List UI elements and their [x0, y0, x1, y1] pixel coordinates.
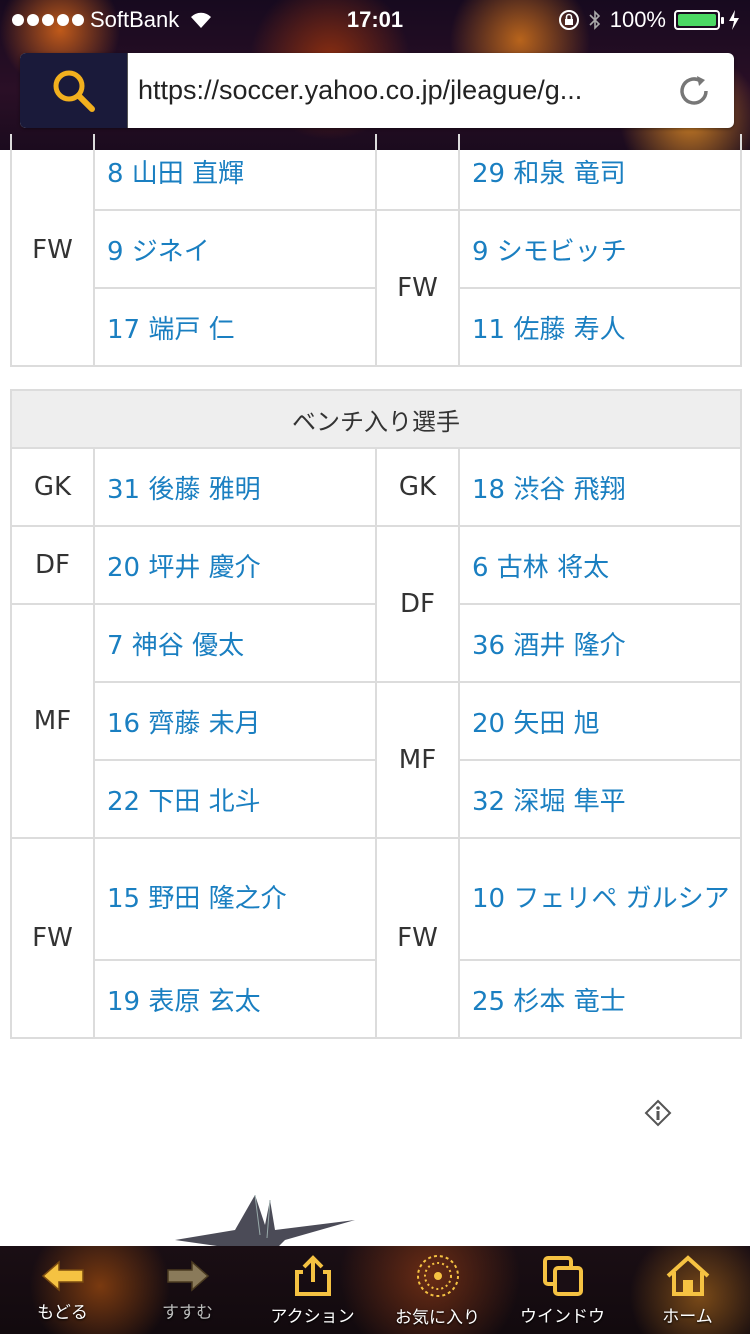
bench-title: ベンチ入り選手 [10, 389, 742, 449]
player-link[interactable]: 20 坪井 慶介 [93, 525, 377, 605]
position-cell [375, 134, 460, 211]
player-link[interactable]: 16 齊藤 未月 [93, 681, 377, 761]
player-link[interactable]: 15 野田 隆之介 [93, 837, 377, 961]
position-cell: FW [10, 134, 95, 367]
home-label: ホーム [662, 1306, 713, 1327]
rotation-lock-icon [558, 10, 579, 30]
bottom-toolbar: もどる すすむ アクション お気に入り ウインドウ ホーム [0, 1246, 750, 1334]
position-cell: DF [375, 525, 460, 683]
charging-icon [729, 10, 739, 30]
firework-icon [416, 1254, 459, 1297]
share-icon [294, 1254, 331, 1296]
table-row: GK 31 後藤 雅明 GK 18 渋谷 飛翔 [10, 447, 742, 527]
player-link[interactable]: 22 下田 北斗 [93, 759, 377, 839]
player-link[interactable]: 9 ジネイ [93, 209, 377, 289]
position-cell: FW [375, 209, 460, 367]
url-text[interactable]: https://soccer.yahoo.co.jp/jleague/g... [128, 75, 654, 106]
search-icon [53, 70, 95, 112]
player-link[interactable]: 9 シモビッチ [458, 209, 742, 289]
player-link[interactable]: 18 渋谷 飛翔 [458, 447, 742, 527]
window-button[interactable]: ウインドウ [503, 1246, 623, 1334]
player-link[interactable]: 7 神谷 優太 [93, 603, 377, 683]
position-cell: GK [10, 447, 95, 527]
player-link[interactable]: 10 フェリペ ガルシア [458, 837, 742, 961]
bench-table: ベンチ入り選手 GK 31 後藤 雅明 GK 18 渋谷 飛翔 DF 20 坪井… [10, 389, 742, 1039]
back-arrow-icon [41, 1259, 84, 1292]
action-label: アクション [270, 1306, 355, 1327]
player-link[interactable]: 17 端戸 仁 [93, 287, 377, 367]
back-label: もどる [37, 1302, 88, 1323]
reload-icon [680, 75, 708, 105]
player-link[interactable]: 29 和泉 竜司 [458, 134, 742, 211]
windows-icon [542, 1255, 583, 1296]
status-bar: SoftBank 17:01 100% [0, 0, 750, 40]
battery-icon [674, 10, 724, 30]
ad-info-icon[interactable] [644, 1099, 672, 1127]
starting-lineup-table: FW 8 山田 直輝 29 和泉 竜司 9 ジネイ FW 9 シモビッチ 17 … [10, 134, 742, 367]
player-link[interactable]: 25 杉本 竜士 [458, 959, 742, 1039]
position-cell: DF [10, 525, 95, 605]
browser-header: SoftBank 17:01 100% https://soccer.yahoo… [0, 0, 750, 150]
player-link[interactable]: 11 佐藤 寿人 [458, 287, 742, 367]
player-link[interactable]: 20 矢田 旭 [458, 681, 742, 761]
table-row: 9 ジネイ FW 9 シモビッチ [11, 209, 742, 367]
favorites-label: お気に入り [395, 1307, 480, 1328]
table-row: 16 齊藤 未月 MF 20 矢田 旭 [11, 681, 742, 839]
forward-label: すすむ [162, 1302, 213, 1323]
window-label: ウインドウ [520, 1306, 605, 1327]
search-button[interactable] [20, 53, 128, 128]
player-link[interactable]: 6 古林 将太 [458, 525, 742, 605]
player-link[interactable]: 36 酒井 隆介 [458, 603, 742, 683]
position-cell: FW [375, 837, 460, 1039]
player-link[interactable]: 31 後藤 雅明 [93, 447, 377, 527]
action-button[interactable]: アクション [253, 1246, 373, 1334]
decorative-artwork [175, 1194, 355, 1250]
back-button[interactable]: もどる [3, 1246, 123, 1334]
player-link[interactable]: 8 山田 直輝 [93, 134, 377, 211]
forward-button[interactable]: すすむ [128, 1246, 248, 1334]
position-cell: FW [10, 837, 95, 1039]
home-button[interactable]: ホーム [628, 1246, 748, 1334]
position-cell: MF [10, 603, 95, 839]
player-link[interactable]: 19 表原 玄太 [93, 959, 377, 1039]
bluetooth-icon [589, 10, 600, 30]
favorites-button[interactable]: お気に入り [378, 1246, 498, 1334]
player-link[interactable]: 32 深堀 隼平 [458, 759, 742, 839]
reload-button[interactable] [654, 73, 734, 109]
address-bar[interactable]: https://soccer.yahoo.co.jp/jleague/g... [20, 53, 734, 128]
position-cell: MF [375, 681, 460, 839]
position-cell: GK [375, 447, 460, 527]
table-row: DF 20 坪井 慶介 DF 6 古林 将太 [10, 525, 742, 683]
table-row: FW 15 野田 隆之介 FW 10 フェリペ ガルシア [10, 837, 742, 1039]
battery-percent: 100% [609, 7, 666, 32]
forward-arrow-icon [166, 1259, 209, 1292]
home-icon [666, 1254, 709, 1296]
table-row: FW 8 山田 直輝 29 和泉 竜司 [10, 134, 742, 367]
